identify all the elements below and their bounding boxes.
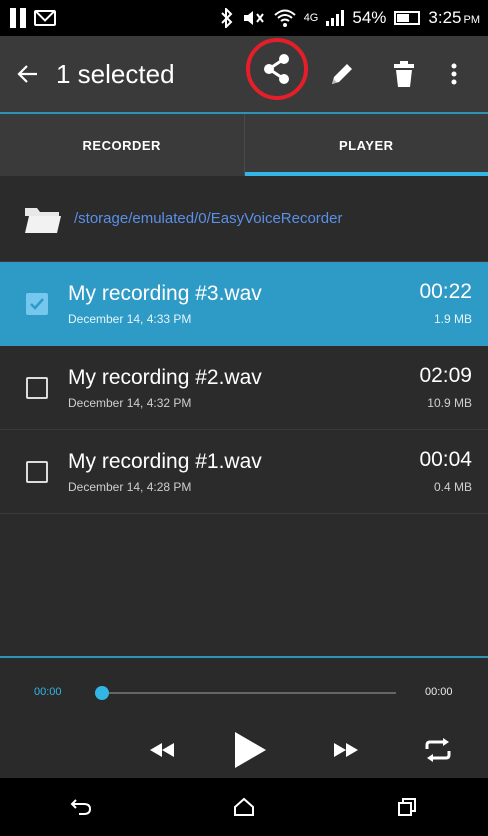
recording-size: 10.9 MB bbox=[427, 396, 472, 410]
recordings-list: My recording #3.wav December 14, 4:33 PM… bbox=[0, 262, 488, 514]
recording-size: 0.4 MB bbox=[433, 480, 472, 494]
tab-recorder[interactable]: RECORDER bbox=[0, 114, 244, 176]
mute-icon bbox=[243, 11, 264, 25]
checkbox[interactable] bbox=[26, 376, 48, 399]
recording-name: My recording #3.wav bbox=[68, 282, 262, 305]
repeat-icon bbox=[425, 738, 451, 762]
back-button[interactable] bbox=[0, 36, 56, 112]
delete-button[interactable] bbox=[384, 54, 424, 94]
play-button[interactable] bbox=[226, 730, 274, 770]
play-icon bbox=[235, 732, 266, 768]
seek-bar[interactable] bbox=[100, 692, 396, 694]
recording-duration: 02:09 bbox=[419, 364, 472, 387]
system-nav-bar bbox=[0, 778, 488, 836]
fast-forward-button[interactable] bbox=[322, 730, 370, 770]
tab-player[interactable]: PLAYER bbox=[243, 114, 488, 176]
share-button[interactable] bbox=[246, 38, 308, 100]
recents-icon bbox=[397, 798, 416, 816]
recording-date: December 14, 4:32 PM bbox=[68, 395, 192, 410]
more-options-button[interactable] bbox=[434, 54, 474, 94]
recording-date: December 14, 4:33 PM bbox=[68, 312, 192, 326]
rewind-icon bbox=[150, 743, 174, 757]
signal-icon bbox=[326, 10, 345, 26]
elapsed-time: 00:00 bbox=[34, 686, 62, 698]
checkbox[interactable] bbox=[26, 293, 48, 315]
bluetooth-icon bbox=[220, 8, 233, 28]
more-vert-icon bbox=[451, 63, 457, 85]
pencil-icon bbox=[332, 64, 352, 84]
share-icon bbox=[264, 54, 289, 84]
fast-forward-icon bbox=[334, 743, 358, 757]
total-time: 00:00 bbox=[425, 686, 453, 698]
tab-bar: RECORDER PLAYER bbox=[0, 112, 488, 176]
list-item[interactable]: My recording #1.wav December 14, 4:28 PM… bbox=[0, 430, 488, 514]
recording-size: 1.9 MB bbox=[433, 312, 472, 326]
battery-percent: 54% bbox=[352, 8, 387, 27]
selection-title: 1 selected bbox=[56, 58, 175, 89]
check-icon bbox=[30, 298, 44, 310]
trash-icon bbox=[394, 61, 414, 87]
nav-recents-button[interactable] bbox=[383, 783, 431, 831]
mail-icon bbox=[34, 10, 56, 26]
arrow-left-icon bbox=[17, 65, 37, 83]
folder-icon bbox=[25, 207, 61, 233]
action-bar: 1 selected bbox=[0, 36, 488, 112]
nav-home-button[interactable] bbox=[220, 783, 268, 831]
recording-name: My recording #2.wav bbox=[68, 365, 262, 389]
wifi-icon bbox=[274, 9, 296, 27]
home-icon bbox=[233, 797, 254, 816]
back-icon bbox=[70, 799, 92, 815]
folder-path: /storage/emulated/0/EasyVoiceRecorder bbox=[74, 210, 343, 227]
network-type: 4G bbox=[303, 12, 319, 24]
rewind-button[interactable] bbox=[138, 730, 186, 770]
status-bar: 4G 54% 3:25 PM bbox=[0, 0, 488, 36]
nav-back-button[interactable] bbox=[57, 783, 105, 831]
repeat-button[interactable] bbox=[414, 730, 462, 770]
player-controls: 00:00 00:00 bbox=[0, 656, 488, 778]
recording-name: My recording #1.wav bbox=[68, 449, 262, 473]
edit-button[interactable] bbox=[322, 54, 362, 94]
recording-duration: 00:04 bbox=[419, 448, 472, 471]
recording-date: December 14, 4:28 PM bbox=[68, 479, 192, 494]
folder-path-row[interactable]: /storage/emulated/0/EasyVoiceRecorder bbox=[0, 176, 488, 262]
seek-thumb[interactable] bbox=[95, 686, 109, 700]
list-item[interactable]: My recording #2.wav December 14, 4:32 PM… bbox=[0, 346, 488, 430]
status-time: 3:25 PM bbox=[428, 8, 480, 27]
pause-notification-icon bbox=[10, 8, 26, 28]
checkbox[interactable] bbox=[26, 460, 48, 483]
list-item[interactable]: My recording #3.wav December 14, 4:33 PM… bbox=[0, 262, 488, 346]
recording-duration: 00:22 bbox=[419, 280, 472, 303]
battery-icon bbox=[394, 11, 421, 25]
